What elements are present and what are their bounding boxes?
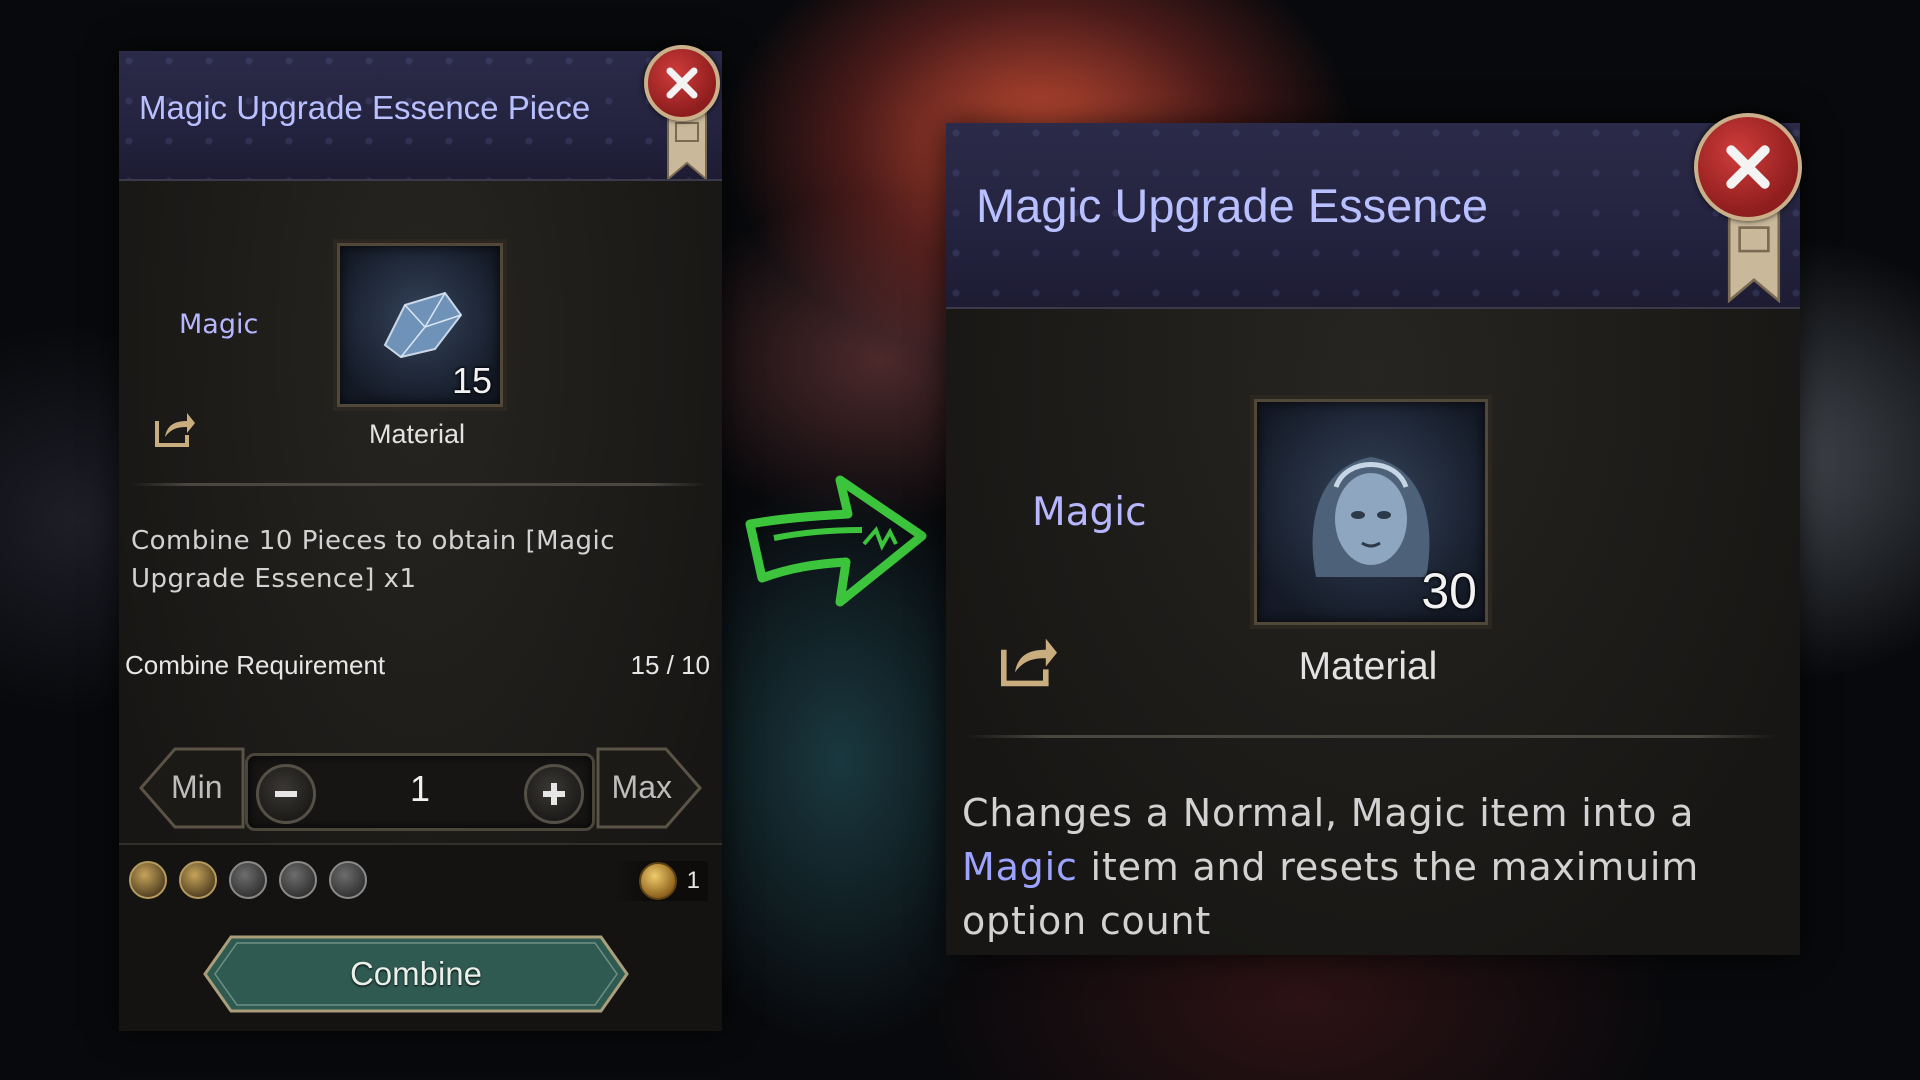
close-icon [1726,145,1770,189]
rarity-label: Magic [1032,490,1147,535]
item-type-label: Material [368,419,466,449]
essence-piece-panel: Magic Upgrade Essence Piece Magic 15 Mat… [119,45,722,1031]
close-button[interactable] [644,45,720,121]
item-count: 15 [451,360,492,401]
essence-panel: Magic Upgrade Essence Magic 30 Material … [946,113,1802,955]
cost-value: 1 [686,867,700,894]
crossed-tools-icon[interactable] [279,861,317,899]
max-label: Max [611,769,672,805]
combine-requirement-value: 15 / 10 [630,650,710,680]
combine-label: Combine [349,955,483,992]
item-slot[interactable]: 15 [333,239,507,411]
close-icon [666,67,698,99]
blade-icon[interactable] [229,861,267,899]
bag-icon[interactable] [129,861,167,899]
chest-icon[interactable] [179,861,217,899]
ribbon-icon [1727,208,1781,303]
plus-icon [543,783,565,805]
max-button[interactable]: Max [592,745,702,831]
share-icon[interactable] [153,409,197,449]
rarity-label: Magic [179,309,259,340]
share-icon[interactable] [998,633,1060,689]
panel-title: Magic Upgrade Essence Piece [139,89,591,126]
item-count: 30 [1421,563,1477,619]
description-highlight: Magic [962,844,1078,889]
min-label: Min [171,769,223,805]
description-text: Changes a Normal, Magic item into a [962,791,1695,835]
quantity-stepper: 1 [245,753,595,831]
coin-icon [638,862,677,900]
combine-button[interactable]: Combine [191,931,641,1017]
filter-icon-row [129,861,367,899]
increase-button[interactable] [524,764,584,824]
panel-title: Magic Upgrade Essence [976,179,1489,232]
divider [131,483,706,486]
item-description: Combine 10 Pieces to obtain [Magic Upgra… [131,526,616,594]
item-type-label: Material [1298,645,1438,688]
green-arrow-icon [745,475,927,607]
item-description: Changes a Normal, Magic item into a Magi… [962,787,1782,949]
min-button[interactable]: Min [139,745,249,831]
combine-requirement-label: Combine Requirement [125,650,386,680]
feather-icon[interactable] [329,861,367,899]
cost-display: 1 [612,861,708,901]
item-slot[interactable]: 30 [1250,395,1492,629]
divider [966,735,1776,738]
close-button[interactable] [1694,113,1802,221]
